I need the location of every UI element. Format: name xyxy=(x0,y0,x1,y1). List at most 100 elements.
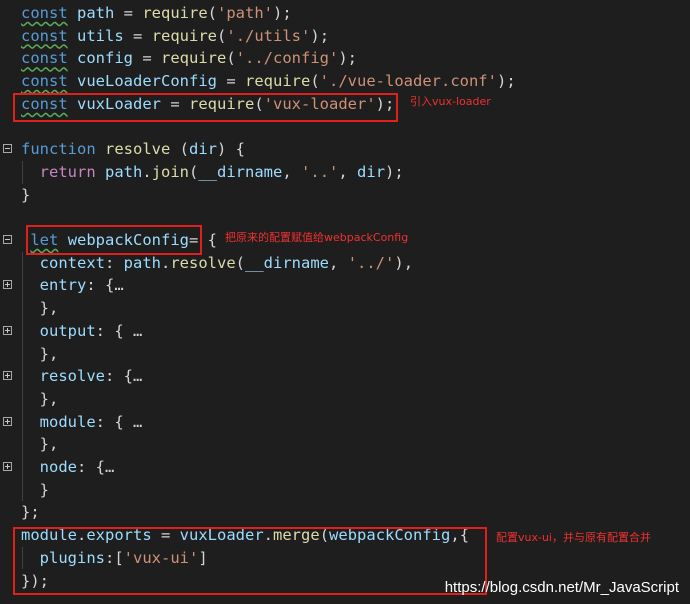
code-token: path xyxy=(123,253,161,272)
code-token: require xyxy=(161,49,227,68)
code-token: : { xyxy=(95,321,124,340)
code-token: , xyxy=(282,162,302,181)
code-token: require xyxy=(142,4,208,22)
code-token: dir xyxy=(189,140,217,159)
fold-expand-icon[interactable] xyxy=(3,462,12,471)
code-token: ( xyxy=(207,4,218,22)
code-token: resolve xyxy=(39,367,105,386)
webpackconfig-highlight xyxy=(26,225,202,255)
code-line: } xyxy=(0,184,690,207)
code-token: ); xyxy=(310,26,330,45)
fold-collapse-icon[interactable] xyxy=(3,235,12,244)
code-token: }, xyxy=(21,344,59,363)
assign-note: 把原来的配置赋值给webpackConfig xyxy=(225,231,409,244)
fold-expand-icon[interactable] xyxy=(3,371,12,381)
code-token: const xyxy=(21,49,68,68)
code-token: , xyxy=(338,162,358,181)
code-token: } xyxy=(21,480,49,499)
code-text: }, xyxy=(21,433,59,456)
import-note: 引入vux-loader xyxy=(410,95,491,108)
code-line: entry: {… xyxy=(0,274,690,297)
fold-expand-icon[interactable] xyxy=(3,416,12,426)
fold-expand-icon[interactable] xyxy=(3,325,12,335)
code-token: = xyxy=(114,4,143,22)
code-token: ) { xyxy=(217,140,245,159)
code-token: module xyxy=(39,412,96,431)
code-token: path xyxy=(77,4,115,22)
code-token: '../config' xyxy=(235,49,339,68)
code-token: ( xyxy=(189,162,199,181)
code-token: './utils' xyxy=(226,26,311,45)
fold-collapse-icon[interactable] xyxy=(3,144,12,154)
code-token: return xyxy=(39,162,96,181)
code-token: … xyxy=(105,458,115,476)
code-token: ); xyxy=(385,162,404,181)
code-text: context: path.resolve(__dirname, '../'), xyxy=(21,252,413,275)
code-token: output xyxy=(39,321,96,340)
code-editor[interactable]: const path = require('path'); const utils… xyxy=(0,0,690,604)
code-token: . xyxy=(142,162,152,181)
code-line: context: path.resolve(__dirname, '../'), xyxy=(0,252,690,275)
code-text: }, xyxy=(21,343,59,366)
code-text: return path.join(__dirname, '..', dir); xyxy=(21,161,404,184)
code-text: entry: {… xyxy=(21,274,124,297)
code-line: } xyxy=(0,479,690,502)
code-token: ); xyxy=(496,72,516,91)
vuxloader-require-highlight xyxy=(13,93,398,122)
code-token: ( xyxy=(226,49,236,68)
code-token: './vue-loader.conf' xyxy=(319,72,497,91)
code-token: vueLoaderConfig xyxy=(77,72,217,91)
code-line: const vueLoaderConfig = require('./vue-l… xyxy=(0,70,690,93)
code-token: '..' xyxy=(301,162,339,181)
code-token: context xyxy=(39,253,105,272)
code-token: . xyxy=(161,253,171,272)
code-line: resolve: {… xyxy=(0,365,690,388)
code-token: __dirname xyxy=(198,162,283,181)
code-line: const utils = require('./utils'); xyxy=(0,25,690,48)
code-line: }, xyxy=(0,433,690,456)
code-text: }, xyxy=(21,388,59,411)
code-token: ( xyxy=(170,140,189,159)
code-text: const utils = require('./utils'); xyxy=(21,25,329,48)
merge-note: 配置vux-ui，并与原有配置合并 xyxy=(496,531,651,544)
code-token: = xyxy=(123,26,152,45)
code-text: node: {… xyxy=(21,456,115,479)
code-token: entry xyxy=(39,276,87,295)
code-token: node xyxy=(39,458,77,476)
code-token: ); xyxy=(273,4,292,22)
code-token: '../' xyxy=(347,253,395,272)
code-token: }, xyxy=(21,435,59,454)
code-text: } xyxy=(21,184,30,207)
code-token: = xyxy=(133,49,162,68)
code-token: utils xyxy=(77,26,124,45)
code-token: ( xyxy=(217,26,227,45)
code-token: join xyxy=(151,162,190,181)
code-token: const xyxy=(21,4,68,22)
code-line: function resolve (dir) { xyxy=(0,138,690,161)
code-token: __dirname xyxy=(245,253,330,272)
code-token: ); xyxy=(338,49,358,68)
code-token: const xyxy=(21,26,68,45)
code-token: dir xyxy=(357,162,386,181)
code-line: }, xyxy=(0,388,690,411)
code-token: : { xyxy=(86,276,115,295)
code-token: … xyxy=(123,412,143,431)
code-token: ( xyxy=(235,253,246,272)
code-token: require xyxy=(245,72,311,91)
code-token: function xyxy=(21,140,96,159)
code-text: output: { … xyxy=(21,320,143,343)
code-token: , xyxy=(329,253,348,272)
fold-expand-icon[interactable] xyxy=(3,280,12,290)
code-token: }, xyxy=(21,389,59,408)
code-token: = xyxy=(217,72,245,91)
code-line: }, xyxy=(0,343,690,366)
